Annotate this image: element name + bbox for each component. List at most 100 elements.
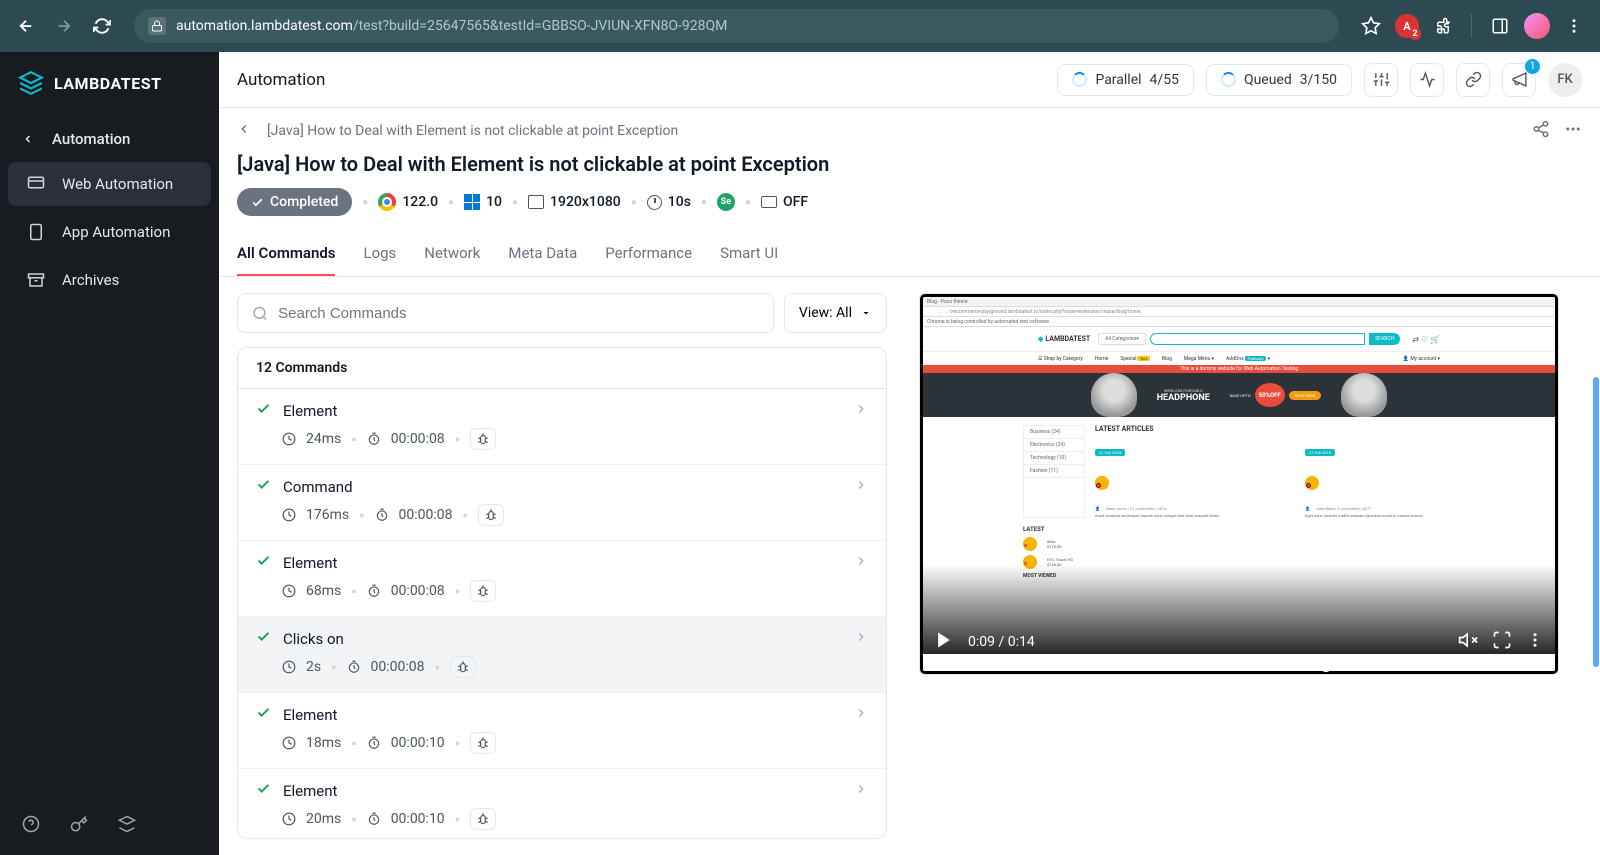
command-timestamp: 00:00:08: [391, 583, 445, 599]
help-icon[interactable]: [22, 815, 40, 837]
selenium-meta: Se: [717, 193, 735, 211]
tab-logs[interactable]: Logs: [363, 232, 396, 276]
breadcrumb-text[interactable]: [Java] How to Deal with Element is not c…: [267, 123, 678, 139]
site-settings-icon[interactable]: [148, 17, 166, 35]
sidebar-item-archives[interactable]: Archives: [8, 258, 211, 302]
scrollbar-thumb[interactable]: [1593, 377, 1599, 667]
selenium-icon: Se: [717, 193, 735, 211]
bug-icon[interactable]: [470, 732, 496, 754]
browser-chrome: automation.lambdatest.com/test?build=256…: [0, 0, 1600, 52]
command-row[interactable]: Element 68ms ● 00:00:08 ●: [238, 541, 886, 617]
browser-profile-icon[interactable]: [1524, 13, 1550, 39]
timer-icon: [367, 812, 381, 826]
chevron-right-icon: [854, 401, 868, 420]
main: Automation Parallel 4/55 Queued 3/150: [219, 52, 1600, 855]
tab-smartui[interactable]: Smart UI: [720, 232, 778, 276]
video-frame: Blog - Poco theme ← → ⟳ ecommerce-playgr…: [923, 297, 1555, 671]
clock-icon: [282, 432, 296, 446]
sidebar-back[interactable]: Automation: [0, 118, 219, 160]
command-duration: 24ms: [306, 431, 341, 447]
video-menu-button[interactable]: [1526, 631, 1544, 653]
settings-icon-button[interactable]: [1364, 63, 1398, 97]
duration-meta: 10s: [647, 194, 691, 210]
timer-icon: [375, 508, 389, 522]
lambdatest-logo-icon: [18, 70, 44, 96]
key-icon[interactable]: [70, 815, 88, 837]
link-icon-button[interactable]: [1456, 63, 1490, 97]
browser-back-button[interactable]: [12, 12, 40, 40]
command-row[interactable]: Element 20ms ● 00:00:10 ●: [238, 769, 886, 839]
integrations-icon[interactable]: [118, 815, 136, 837]
command-name: Element: [283, 782, 337, 800]
check-icon: [256, 477, 271, 496]
tab-network[interactable]: Network: [424, 232, 480, 276]
bug-icon[interactable]: [470, 808, 496, 830]
timer-icon: [367, 432, 381, 446]
tab-performance[interactable]: Performance: [605, 232, 692, 276]
timer-icon: [347, 660, 361, 674]
check-icon: [256, 401, 271, 420]
spinner-icon: [1221, 72, 1236, 87]
browser-url-bar[interactable]: automation.lambdatest.com/test?build=256…: [134, 9, 1339, 43]
mute-button[interactable]: [1458, 630, 1478, 654]
play-button[interactable]: [934, 630, 954, 654]
browser-reload-button[interactable]: [88, 12, 116, 40]
video-player[interactable]: Blog - Poco theme ← → ⟳ ecommerce-playgr…: [919, 293, 1559, 675]
windows-icon: [464, 194, 480, 210]
resolution-meta: 1920x1080: [528, 194, 621, 210]
logo[interactable]: LAMBDATEST: [0, 52, 219, 118]
command-row[interactable]: Clicks on 2s ● 00:00:08 ●: [238, 617, 886, 693]
bug-icon[interactable]: [470, 580, 496, 602]
view-dropdown[interactable]: View: All: [784, 293, 887, 333]
fullscreen-button[interactable]: [1492, 630, 1512, 654]
chevron-right-icon: [854, 477, 868, 496]
more-icon[interactable]: [1564, 120, 1582, 142]
clock-icon: [282, 660, 296, 674]
extensions-icon[interactable]: [1429, 12, 1457, 40]
topbar: Automation Parallel 4/55 Queued 3/150: [219, 52, 1600, 108]
browser-forward-button[interactable]: [50, 12, 78, 40]
queued-status[interactable]: Queued 3/150: [1206, 64, 1352, 96]
sidebar-item-app-automation[interactable]: App Automation: [8, 210, 211, 254]
command-timestamp: 00:00:08: [371, 659, 425, 675]
clock-icon: [282, 812, 296, 826]
tabs: All Commands Logs Network Meta Data Perf…: [219, 232, 1600, 277]
video-progress-thumb[interactable]: [1320, 660, 1332, 672]
analytics-icon-button[interactable]: [1410, 63, 1444, 97]
bug-icon[interactable]: [470, 428, 496, 450]
video-icon: [761, 196, 777, 208]
check-icon: [251, 196, 264, 209]
url-host: automation.lambdatest.com: [176, 18, 353, 34]
command-row[interactable]: Element 18ms ● 00:00:10 ●: [238, 693, 886, 769]
tab-metadata[interactable]: Meta Data: [508, 232, 577, 276]
os-meta: 10: [464, 194, 502, 210]
extension-badge-icon[interactable]: A: [1395, 14, 1419, 38]
clock-icon: [647, 195, 662, 210]
share-icon[interactable]: [1532, 120, 1550, 142]
sidepanel-icon[interactable]: [1486, 12, 1514, 40]
user-avatar[interactable]: FK: [1548, 63, 1582, 97]
search-input[interactable]: [278, 305, 759, 322]
clock-icon: [282, 584, 296, 598]
bug-icon[interactable]: [478, 504, 504, 526]
chevron-right-icon: [854, 705, 868, 724]
breadcrumb-back-icon[interactable]: [237, 122, 251, 140]
command-row[interactable]: Element 24ms ● 00:00:08 ●: [238, 389, 886, 465]
bookmark-icon[interactable]: [1357, 12, 1385, 40]
announcement-icon-button[interactable]: 1: [1502, 63, 1536, 97]
command-row[interactable]: Command 176ms ● 00:00:08 ●: [238, 465, 886, 541]
tab-all-commands[interactable]: All Commands: [237, 232, 335, 276]
video-meta: OFF: [761, 194, 808, 210]
command-duration: 20ms: [306, 811, 341, 827]
search-icon: [252, 305, 268, 322]
browser-menu-icon[interactable]: [1560, 12, 1588, 40]
command-duration: 2s: [306, 659, 321, 675]
bug-icon[interactable]: [450, 656, 476, 678]
sidebar-item-web-automation[interactable]: Web Automation: [8, 162, 211, 206]
video-progress-bar[interactable]: [930, 664, 1548, 668]
browser-meta: 122.0: [378, 193, 438, 211]
parallel-status[interactable]: Parallel 4/55: [1057, 64, 1194, 96]
sidebar-item-label: App Automation: [62, 223, 170, 241]
sidebar-back-label: Automation: [52, 130, 130, 148]
search-commands[interactable]: [237, 293, 774, 333]
